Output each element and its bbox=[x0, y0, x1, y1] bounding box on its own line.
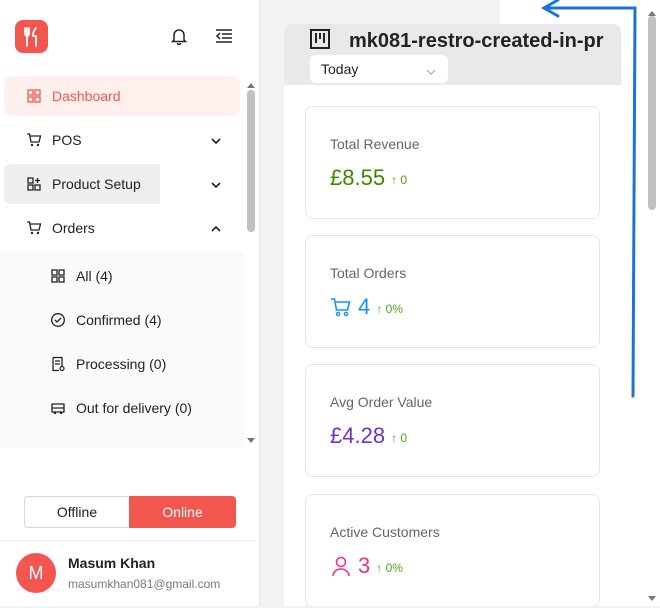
sidebar-item-label: POS bbox=[52, 132, 82, 148]
chevron-down-icon bbox=[210, 178, 222, 190]
sidebar-item-pos[interactable]: POS bbox=[4, 120, 240, 160]
truck-icon bbox=[50, 400, 66, 416]
orders-submenu: All (4) Confirmed (4) Processing (0) Out… bbox=[0, 252, 244, 448]
card-value: £8.55 bbox=[330, 165, 386, 190]
stat-card-active-customers: Active Customers 3 ↑ 0% bbox=[305, 494, 600, 606]
product-setup-icon bbox=[26, 176, 42, 192]
sidebar: Dashboard POS Product Setup Orders All (… bbox=[0, 0, 260, 606]
user-name: Masum Khan bbox=[68, 555, 156, 571]
card-value-row: 3 ↑ 0% bbox=[330, 553, 403, 579]
sidebar-item-product-setup[interactable]: Product Setup bbox=[4, 164, 240, 204]
status-toggle: Offline Online bbox=[24, 496, 236, 528]
period-select[interactable]: Today bbox=[310, 55, 448, 83]
card-value-row: 4 ↑ 0% bbox=[330, 294, 403, 320]
period-selected-value: Today bbox=[321, 61, 359, 77]
restaurant-logo-icon[interactable] bbox=[15, 20, 48, 53]
sidebar-item-orders[interactable]: Orders bbox=[4, 208, 240, 248]
check-circle-icon bbox=[50, 312, 66, 328]
cart-icon bbox=[26, 220, 42, 236]
card-value: £4.28 bbox=[330, 423, 386, 448]
card-title: Avg Order Value bbox=[330, 394, 433, 410]
chevron-down-icon bbox=[426, 64, 436, 75]
card-value: 3 bbox=[358, 553, 371, 578]
notification-bell-icon[interactable] bbox=[169, 26, 189, 46]
card-delta: ↑ 0 bbox=[391, 431, 408, 445]
avatar[interactable]: M bbox=[16, 553, 56, 593]
grid-icon bbox=[50, 268, 66, 284]
sidebar-header bbox=[0, 0, 260, 74]
sidebar-item-orders-processing[interactable]: Processing (0) bbox=[0, 342, 244, 386]
collapse-menu-icon[interactable] bbox=[213, 26, 235, 46]
main-background bbox=[260, 0, 500, 24]
sidebar-item-orders-out-for-delivery[interactable]: Out for delivery (0) bbox=[0, 386, 244, 430]
store-board-icon bbox=[309, 28, 331, 50]
chevron-down-icon bbox=[210, 134, 222, 146]
card-delta: ↑ 0% bbox=[376, 302, 403, 316]
cart-icon bbox=[26, 132, 42, 148]
card-title: Active Customers bbox=[330, 524, 440, 540]
sidebar-item-dashboard[interactable]: Dashboard bbox=[4, 76, 240, 116]
scroll-down-arrow-icon[interactable] bbox=[246, 432, 256, 450]
sidebar-item-label: Dashboard bbox=[52, 88, 121, 104]
page-scroll-thumb[interactable] bbox=[648, 16, 656, 210]
online-button[interactable]: Online bbox=[129, 496, 236, 528]
user-profile[interactable]: M Masum Khan masumkhan081@gmail.com bbox=[0, 540, 260, 606]
card-value-row: £4.28 ↑ 0 bbox=[330, 423, 407, 449]
sidebar-item-orders-confirmed[interactable]: Confirmed (4) bbox=[0, 298, 244, 342]
sidebar-scroll-thumb[interactable] bbox=[247, 90, 255, 232]
sidebar-menu: Dashboard POS Product Setup Orders All (… bbox=[0, 74, 244, 448]
card-title: Total Revenue bbox=[330, 136, 420, 152]
cart-icon bbox=[330, 296, 352, 318]
chevron-up-icon bbox=[210, 222, 222, 234]
card-value-row: £8.55 ↑ 0 bbox=[330, 165, 407, 191]
user-email: masumkhan081@gmail.com bbox=[68, 577, 221, 591]
annotation-arrow-icon bbox=[540, 0, 637, 398]
submenu-label: Processing (0) bbox=[76, 356, 167, 372]
dashboard-icon bbox=[26, 88, 42, 104]
sidebar-item-label: Orders bbox=[52, 220, 95, 236]
card-delta: ↑ 0 bbox=[391, 173, 408, 187]
submenu-label: Out for delivery (0) bbox=[76, 400, 192, 416]
card-value: 4 bbox=[358, 294, 371, 319]
submenu-label: Confirmed (4) bbox=[76, 312, 162, 328]
submenu-label: All (4) bbox=[76, 268, 113, 284]
user-icon bbox=[330, 555, 352, 577]
sidebar-item-orders-all[interactable]: All (4) bbox=[0, 254, 244, 298]
card-delta: ↑ 0% bbox=[376, 561, 403, 575]
sidebar-item-label: Product Setup bbox=[52, 176, 141, 192]
page-scroll-down-arrow-icon[interactable] bbox=[647, 590, 657, 608]
receipt-icon bbox=[50, 356, 66, 372]
offline-button[interactable]: Offline bbox=[24, 496, 129, 528]
card-title: Total Orders bbox=[330, 265, 407, 281]
